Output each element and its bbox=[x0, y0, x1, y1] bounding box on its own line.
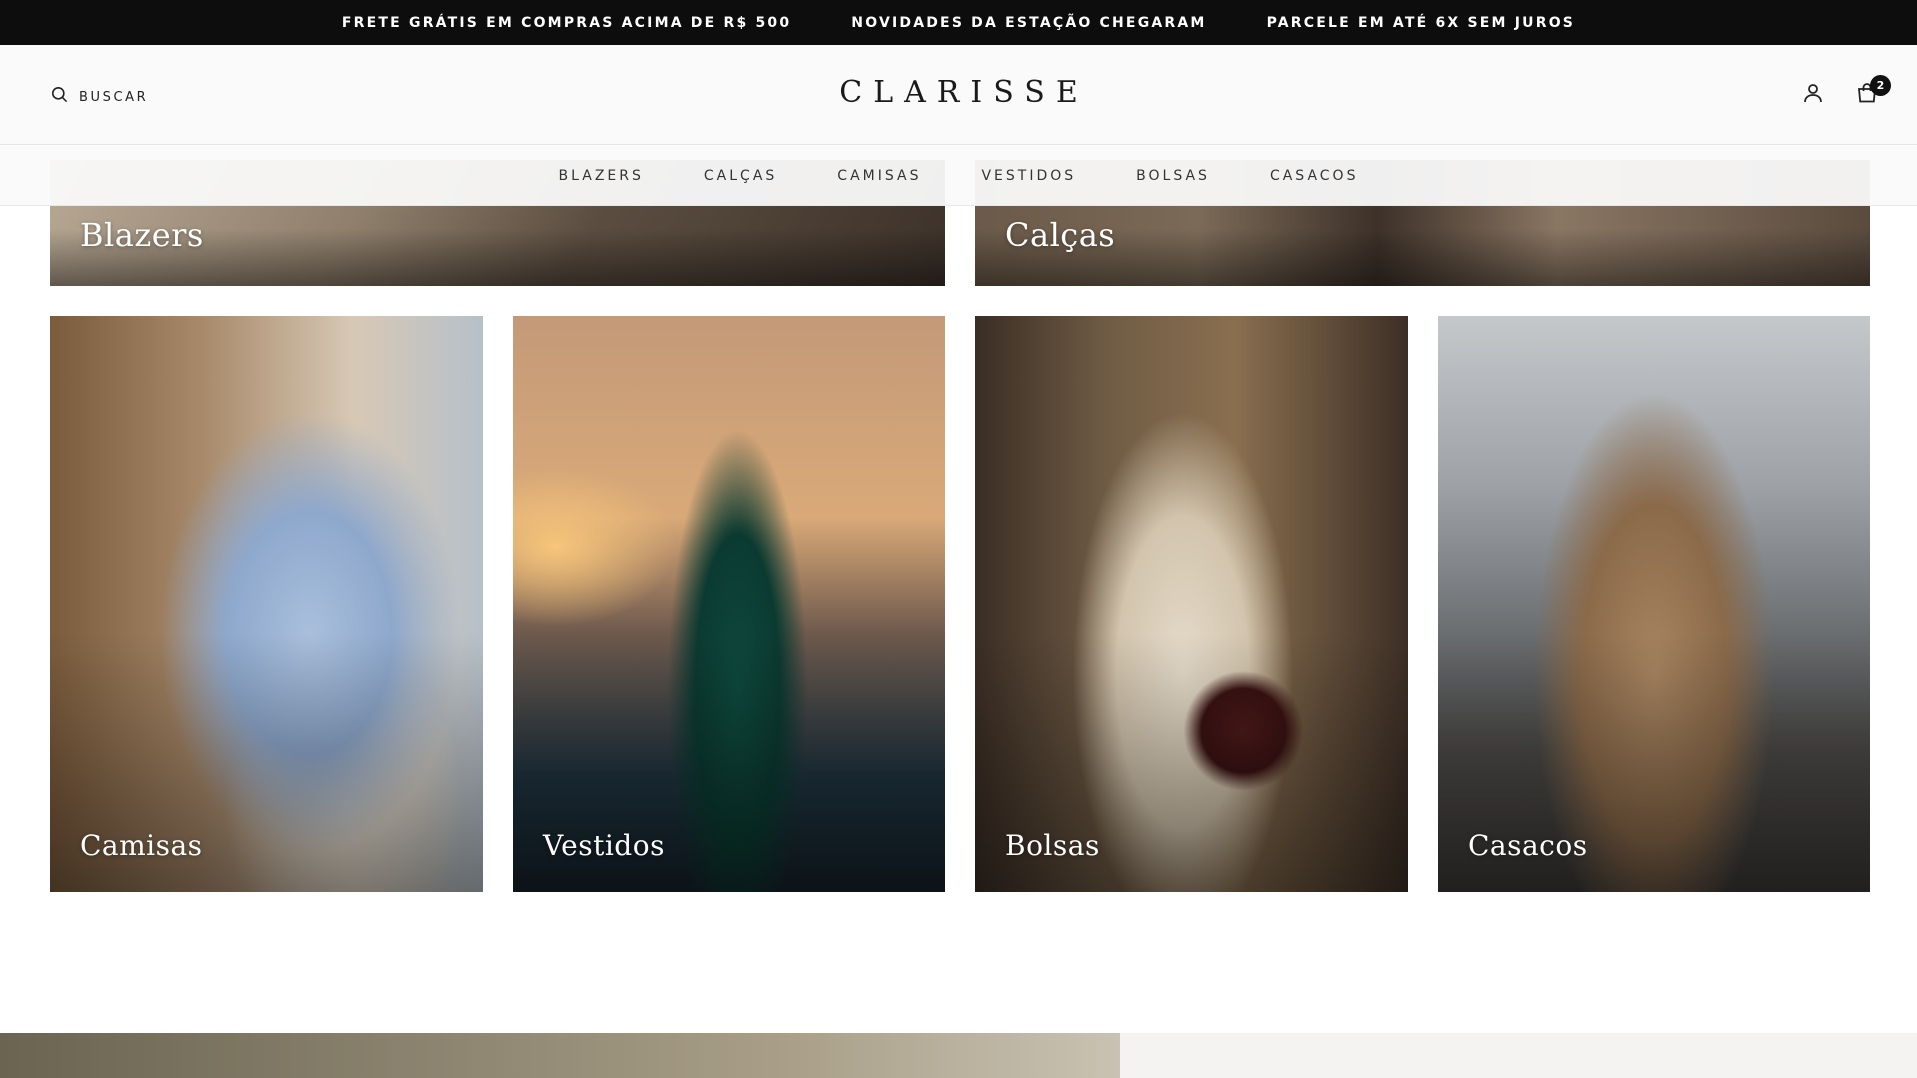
collection-tile-bolsas[interactable]: Bolsas bbox=[975, 316, 1408, 892]
page: FRETE GRÁTIS EM COMPRAS ACIMA DE R$ 500 … bbox=[0, 0, 1917, 1078]
featured-image bbox=[0, 1033, 1120, 1078]
header-actions: 2 bbox=[1799, 75, 1891, 109]
collection-tile-casacos[interactable]: Casacos bbox=[1438, 316, 1870, 892]
site-header: BUSCAR CLARISSE 2 bbox=[0, 45, 1917, 145]
cart-button[interactable]: 2 bbox=[1853, 75, 1891, 109]
nav-item-blazers[interactable]: BLAZERS bbox=[559, 168, 644, 184]
announcement-new-arrivals: NOVIDADES DA ESTAÇÃO CHEGARAM bbox=[851, 14, 1207, 31]
nav-item-bolsas[interactable]: BOLSAS bbox=[1136, 168, 1210, 184]
main-nav: BLAZERS CALÇAS CAMISAS VESTIDOS BOLSAS C… bbox=[0, 146, 1917, 206]
announcement-installments: PARCELE EM ATÉ 6X SEM JUROS bbox=[1266, 14, 1576, 31]
featured-text-panel bbox=[1120, 1033, 1917, 1078]
cart-count-badge: 2 bbox=[1870, 75, 1891, 96]
collection-label-camisas: Camisas bbox=[80, 829, 203, 862]
collection-label-vestidos: Vestidos bbox=[543, 829, 665, 862]
account-button[interactable] bbox=[1799, 81, 1827, 109]
collection-label-bolsas: Bolsas bbox=[1005, 829, 1100, 862]
announcement-free-shipping: FRETE GRÁTIS EM COMPRAS ACIMA DE R$ 500 bbox=[341, 14, 792, 31]
user-icon bbox=[1801, 81, 1825, 110]
collection-label-blazers: Blazers bbox=[80, 216, 204, 254]
collection-tile-camisas[interactable]: Camisas bbox=[50, 316, 483, 892]
nav-item-calcas[interactable]: CALÇAS bbox=[704, 168, 777, 184]
nav-item-casacos[interactable]: CASACOS bbox=[1270, 168, 1359, 184]
collection-label-calcas: Calças bbox=[1005, 216, 1116, 254]
announcement-bar: FRETE GRÁTIS EM COMPRAS ACIMA DE R$ 500 … bbox=[0, 0, 1917, 45]
collection-label-casacos: Casacos bbox=[1468, 829, 1588, 862]
collection-tile-vestidos[interactable]: Vestidos bbox=[513, 316, 945, 892]
nav-item-camisas[interactable]: CAMISAS bbox=[837, 168, 921, 184]
nav-item-vestidos[interactable]: VESTIDOS bbox=[981, 168, 1076, 184]
brand-logo[interactable]: CLARISSE bbox=[0, 75, 1917, 110]
